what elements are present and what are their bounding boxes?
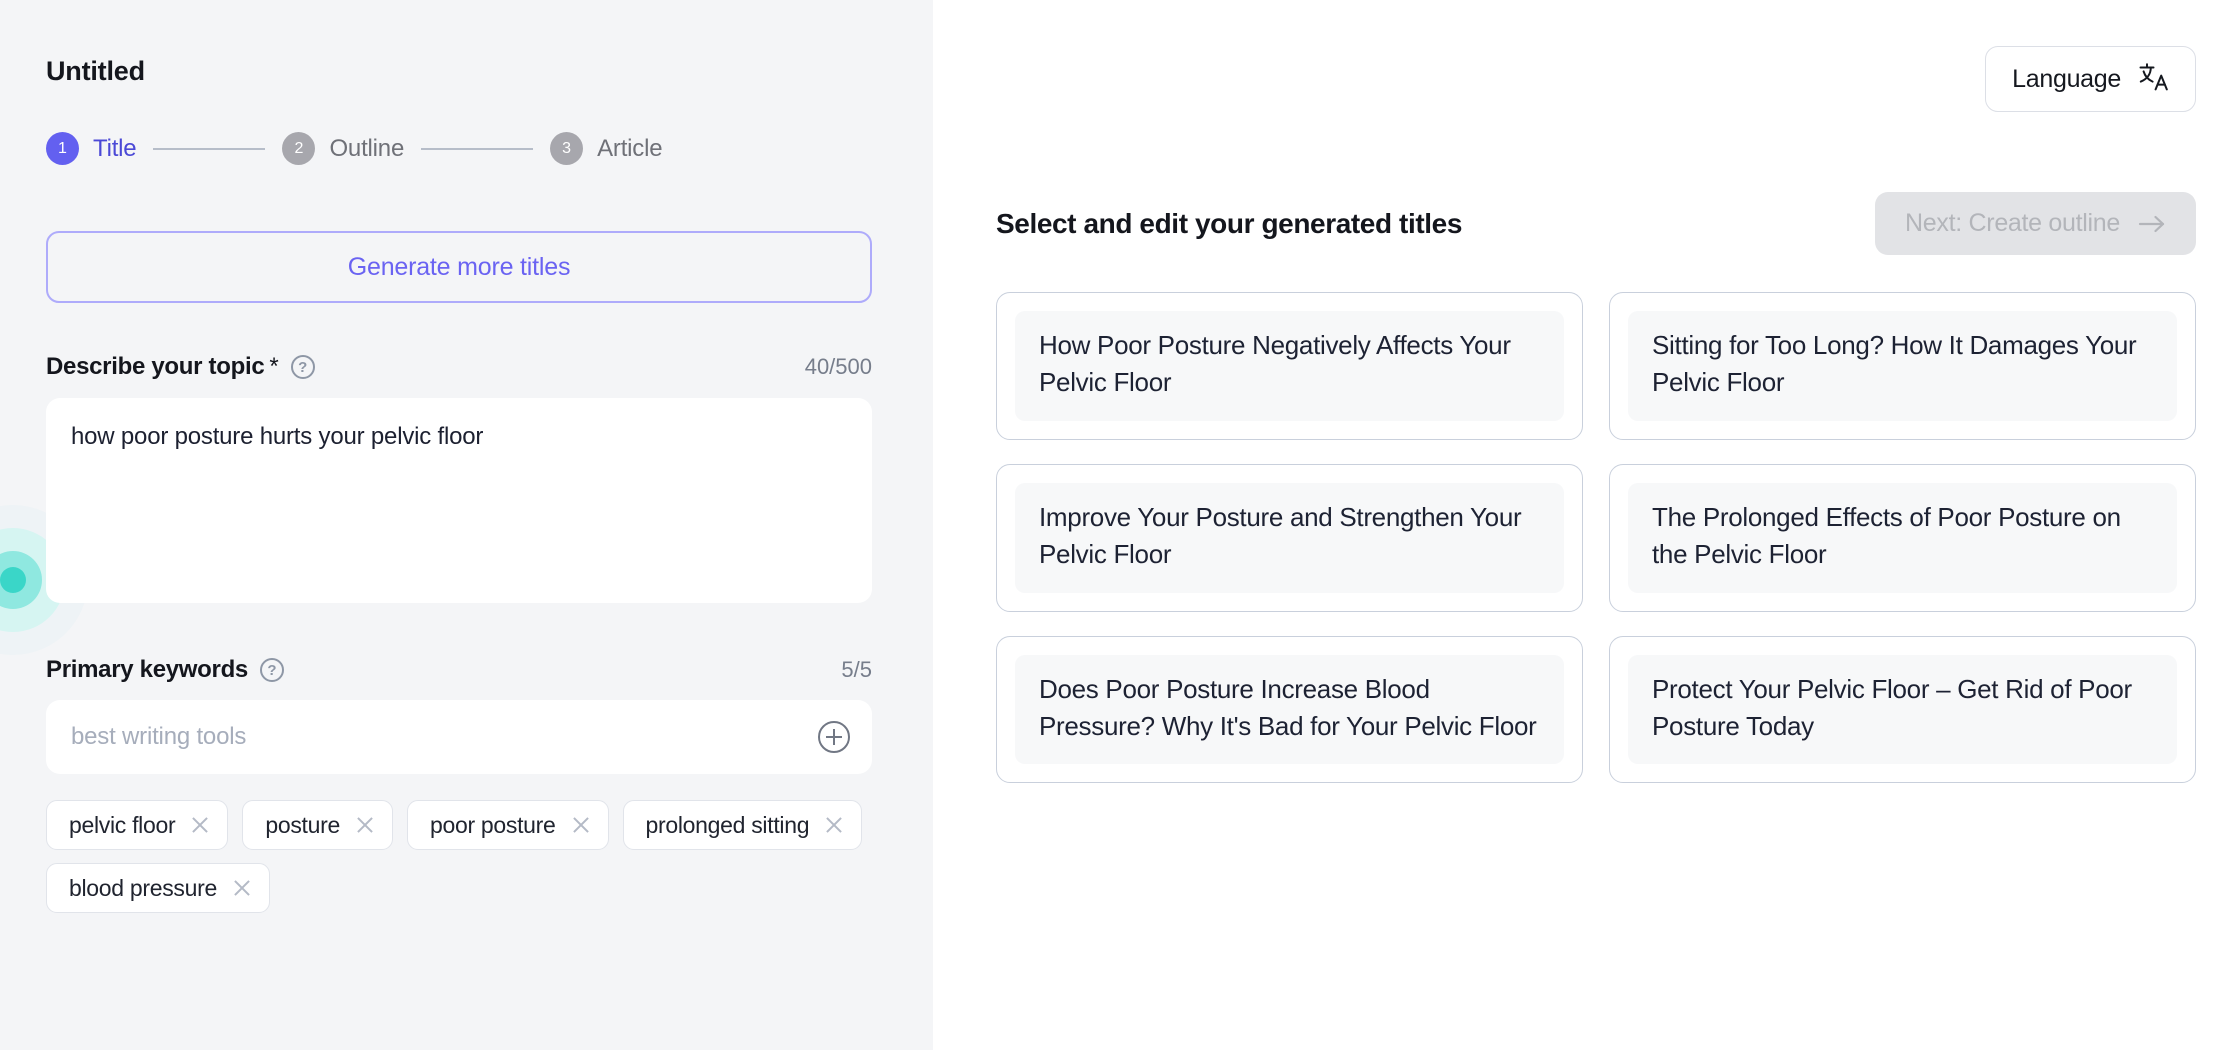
title-card-text[interactable]: How Poor Posture Negatively Affects Your… bbox=[1015, 311, 1564, 421]
close-icon[interactable] bbox=[823, 814, 845, 836]
help-circle-icon[interactable]: ? bbox=[290, 355, 315, 379]
step-2-badge: 2 bbox=[282, 132, 316, 165]
step-2-label: Outline bbox=[329, 134, 405, 162]
title-card-text[interactable]: Does Poor Posture Increase Blood Pressur… bbox=[1015, 654, 1564, 765]
keywords-label-row: Primary keywords ? 5/5 bbox=[46, 656, 872, 684]
close-icon[interactable] bbox=[354, 814, 376, 836]
generated-titles-grid: How Poor Posture Negatively Affects Your… bbox=[996, 292, 2196, 784]
step-title[interactable]: 1 Title bbox=[46, 132, 137, 165]
language-button[interactable]: Language bbox=[1985, 46, 2196, 112]
topic-char-counter: 40/500 bbox=[804, 354, 872, 379]
title-card[interactable]: Protect Your Pelvic Floor – Get Rid of P… bbox=[1609, 635, 2196, 784]
topic-label: Describe your topic bbox=[46, 353, 265, 380]
keyword-chip[interactable]: poor posture bbox=[406, 800, 609, 850]
next-create-outline-button[interactable]: Next: Create outline bbox=[1875, 192, 2196, 255]
keyword-chip-label: blood pressure bbox=[69, 874, 217, 901]
plus-circle-icon[interactable] bbox=[818, 721, 850, 753]
topic-label-row: Describe your topic * ? 40/500 bbox=[46, 353, 872, 381]
app-root: Untitled 1 Title 2 Outline 3 Article Gen… bbox=[0, 0, 2240, 1050]
keyword-input[interactable] bbox=[71, 723, 818, 751]
topic-textarea[interactable] bbox=[46, 398, 872, 603]
title-card[interactable]: The Prolonged Effects of Poor Posture on… bbox=[1609, 463, 2196, 612]
step-3-label: Article bbox=[597, 134, 663, 162]
main-header-row: Select and edit your generated titles Ne… bbox=[996, 192, 2196, 255]
keyword-chip-label: posture bbox=[265, 811, 340, 838]
language-button-label: Language bbox=[2012, 64, 2121, 93]
main-panel: Language Select and edit your generated … bbox=[933, 0, 2240, 1050]
step-1-label: Title bbox=[93, 134, 137, 162]
keyword-input-wrapper bbox=[46, 700, 872, 774]
keywords-counter: 5/5 bbox=[841, 657, 872, 682]
topic-required-mark: * bbox=[269, 353, 279, 380]
close-icon[interactable] bbox=[231, 877, 253, 899]
title-card[interactable]: Does Poor Posture Increase Blood Pressur… bbox=[996, 635, 1583, 784]
step-outline[interactable]: 2 Outline bbox=[282, 132, 404, 165]
arrow-right-icon bbox=[2138, 214, 2166, 234]
title-card-text[interactable]: Sitting for Too Long? How It Damages You… bbox=[1628, 311, 2177, 421]
keyword-chip[interactable]: blood pressure bbox=[46, 863, 270, 913]
progress-stepper: 1 Title 2 Outline 3 Article bbox=[46, 132, 887, 165]
step-connector-2 bbox=[421, 147, 534, 150]
step-article[interactable]: 3 Article bbox=[550, 132, 663, 165]
close-icon[interactable] bbox=[570, 814, 592, 836]
title-card[interactable]: Improve Your Posture and Strengthen Your… bbox=[996, 463, 1583, 612]
help-circle-icon[interactable]: ? bbox=[259, 658, 284, 682]
title-card[interactable]: How Poor Posture Negatively Affects Your… bbox=[996, 292, 1583, 440]
step-1-badge: 1 bbox=[46, 132, 79, 165]
sidebar-panel: Untitled 1 Title 2 Outline 3 Article Gen… bbox=[0, 0, 933, 1050]
keyword-chip-label: pelvic floor bbox=[69, 811, 176, 838]
generate-more-titles-button[interactable]: Generate more titles bbox=[46, 231, 872, 303]
translate-icon bbox=[2139, 62, 2169, 96]
keyword-chip[interactable]: posture bbox=[242, 800, 393, 850]
keyword-chip-list: pelvic floor posture poor posture prolon… bbox=[46, 800, 916, 913]
step-connector-1 bbox=[153, 147, 266, 150]
keyword-chip[interactable]: prolonged sitting bbox=[622, 800, 863, 850]
title-card-text[interactable]: Improve Your Posture and Strengthen Your… bbox=[1015, 482, 1564, 593]
keyword-chip[interactable]: pelvic floor bbox=[46, 800, 229, 850]
document-title[interactable]: Untitled bbox=[46, 0, 887, 87]
next-button-label: Next: Create outline bbox=[1905, 209, 2120, 237]
title-card-text[interactable]: The Prolonged Effects of Poor Posture on… bbox=[1628, 482, 2177, 593]
close-icon[interactable] bbox=[189, 814, 211, 836]
title-card[interactable]: Sitting for Too Long? How It Damages You… bbox=[1609, 292, 2196, 440]
keyword-chip-label: poor posture bbox=[429, 811, 556, 838]
title-card-text[interactable]: Protect Your Pelvic Floor – Get Rid of P… bbox=[1628, 654, 2177, 765]
step-3-badge: 3 bbox=[550, 132, 584, 165]
keywords-label: Primary keywords bbox=[46, 656, 248, 683]
keyword-chip-label: prolonged sitting bbox=[645, 811, 810, 838]
page-title: Select and edit your generated titles bbox=[996, 207, 1462, 239]
